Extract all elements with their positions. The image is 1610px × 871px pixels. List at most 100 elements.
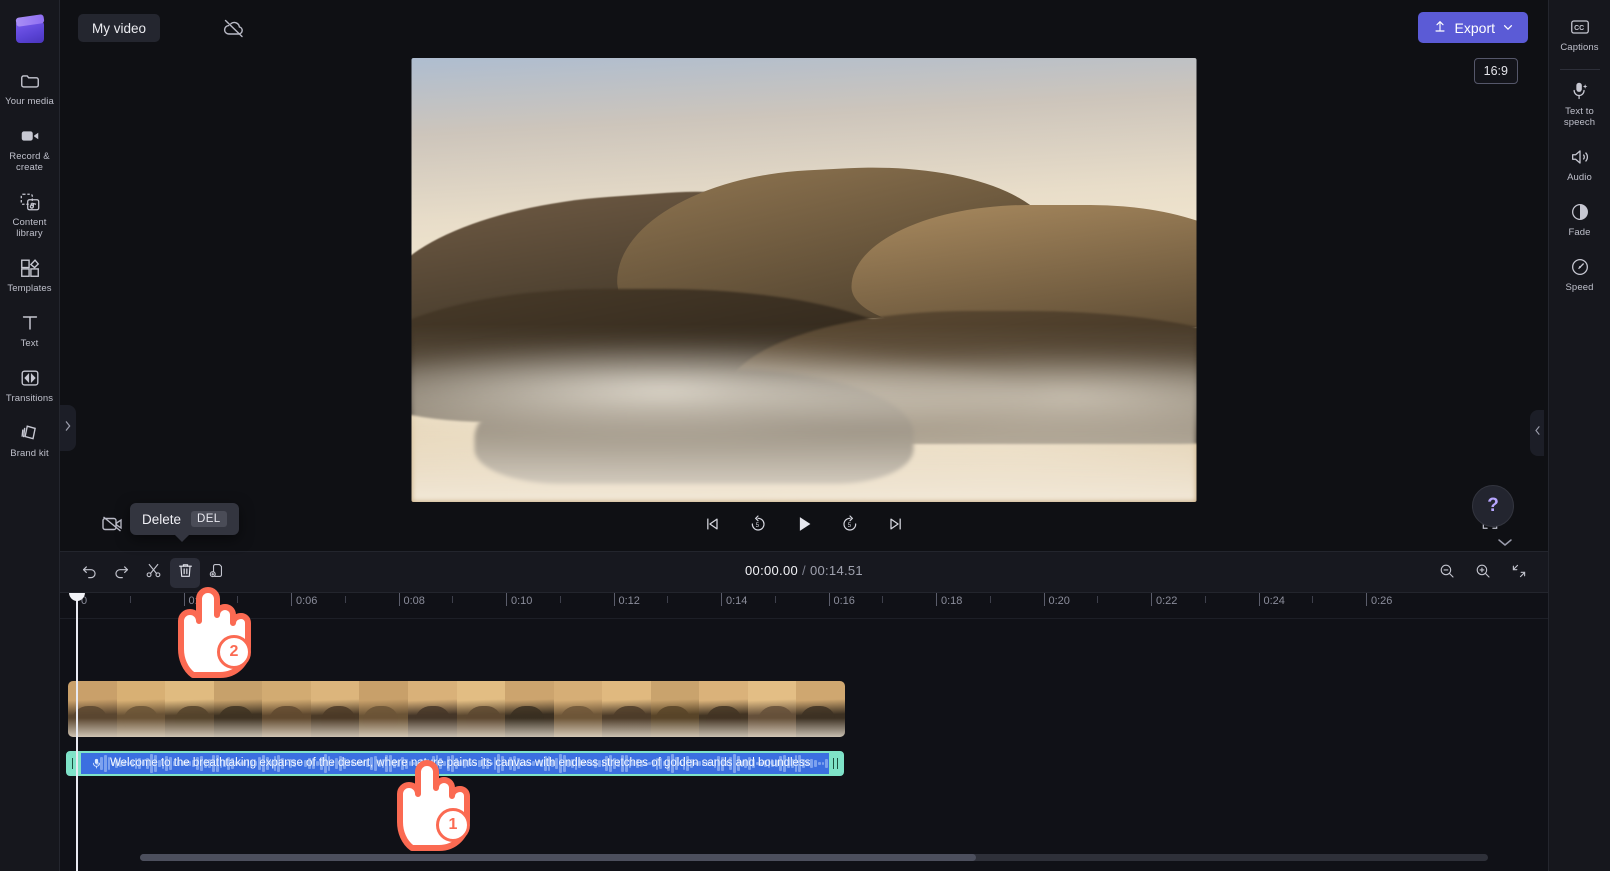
playhead[interactable]	[69, 593, 85, 871]
split-button[interactable]	[138, 558, 168, 588]
waveform-bar	[103, 754, 107, 773]
clip-trim-handle-left[interactable]	[68, 753, 81, 774]
ruler-tick	[506, 593, 507, 606]
zoom-out-button[interactable]	[1432, 558, 1462, 588]
ruler-tick	[721, 593, 722, 606]
right-sidebar: CC Captions Text to speech Audio Fade Sp…	[1548, 0, 1610, 871]
delete-button[interactable]	[170, 558, 200, 588]
help-button[interactable]: ?	[1472, 485, 1514, 527]
sidebar-item-text[interactable]: Text	[2, 304, 58, 355]
forward-5-icon: 5	[840, 514, 860, 539]
play-icon	[793, 513, 815, 540]
caption-clip-text: Welcome to the breathtaking expanse of t…	[110, 757, 811, 769]
ruler-minor-tick	[1097, 596, 1099, 603]
sidebar-item-transitions[interactable]: Transitions	[2, 359, 58, 410]
fit-to-screen-button[interactable]	[1504, 558, 1534, 588]
sidebar-item-brand-kit[interactable]: Brand kit	[2, 414, 58, 465]
play-button[interactable]	[790, 512, 818, 540]
rewind-5-icon: 5	[748, 514, 768, 539]
sidebar-item-label: Record & create	[9, 151, 50, 173]
project-title-input[interactable]: My video	[78, 14, 161, 42]
filmstrip-frame	[699, 681, 748, 737]
duplicate-button[interactable]	[202, 558, 232, 588]
filmstrip-frame	[796, 681, 845, 737]
ruler-label: 0:04	[188, 595, 210, 607]
top-bar: My video Export	[60, 0, 1548, 50]
fade-contrast-icon	[1569, 201, 1591, 223]
ruler-tick	[398, 593, 400, 606]
timeline-ruler[interactable]: 0 0:04 0:06 0:08 0:10 0:12 0:14 0:16 0:18 0:20 0:2…	[60, 593, 1548, 619]
chevron-down-icon	[1502, 20, 1514, 36]
playback-buttons: 5 5	[698, 512, 910, 540]
sidebar-item-record-create[interactable]: Record & create	[2, 117, 58, 179]
time-readout: 00:00.00/00:14.51	[745, 563, 863, 578]
video-preview[interactable]	[411, 58, 1197, 502]
export-button[interactable]: Export	[1417, 12, 1528, 43]
ruler-label: 0:10	[511, 595, 533, 607]
sidebar-item-text-to-speech[interactable]: Text to speech	[1551, 72, 1609, 134]
speaker-icon	[1569, 146, 1591, 168]
sidebar-item-speed[interactable]: Speed	[1551, 248, 1609, 299]
redo-button[interactable]	[106, 558, 136, 588]
svg-text:5: 5	[848, 521, 852, 528]
timeline-video-clip[interactable]	[68, 681, 845, 737]
ruler-label: 0:26	[1371, 595, 1393, 607]
sidebar-item-content-library[interactable]: Content library	[2, 183, 58, 245]
skip-to-start-button[interactable]	[698, 512, 726, 540]
text-to-speech-icon	[90, 757, 103, 770]
filmstrip-thumbnails	[68, 681, 845, 737]
desert-video-frame	[411, 58, 1197, 502]
timeline-scrollbar-thumb[interactable]	[140, 854, 976, 861]
filmstrip-frame	[262, 681, 311, 737]
timeline-caption-clip[interactable]: Welcome to the breathtaking expanse of t…	[66, 751, 844, 776]
ruler-label: 0:16	[833, 595, 855, 607]
ruler-tick	[1366, 593, 1367, 606]
sidebar-item-label: Transitions	[5, 393, 54, 404]
cloud-off-icon[interactable]	[222, 16, 246, 40]
clip-trim-handle-right[interactable]	[829, 753, 842, 774]
panel-collapse-handle[interactable]	[60, 405, 76, 451]
undo-button[interactable]	[74, 558, 104, 588]
skip-to-end-button[interactable]	[882, 512, 910, 540]
question-mark-icon: ?	[1487, 495, 1499, 516]
tooltip-shortcut: DEL	[191, 511, 227, 527]
total-time: 00:14.51	[809, 563, 863, 578]
chevron-right-icon	[63, 419, 73, 438]
sidebar-item-label: Captions	[1560, 42, 1599, 53]
timeline-zoom-group	[1432, 558, 1534, 588]
video-off-icon[interactable]	[100, 512, 128, 540]
zoom-in-button[interactable]	[1468, 558, 1498, 588]
ruler-label: 0:14	[726, 595, 748, 607]
sidebar-item-templates[interactable]: Templates	[2, 249, 58, 300]
ruler-label: 0:08	[403, 595, 425, 607]
timeline-scrollbar[interactable]	[140, 854, 1488, 861]
ruler-tick	[1258, 593, 1260, 606]
filmstrip-frame	[456, 681, 506, 737]
duplicate-icon	[208, 561, 227, 585]
filmstrip-frame	[747, 681, 797, 737]
filmstrip-frame	[553, 681, 603, 737]
ruler-minor-tick	[1204, 596, 1206, 603]
undo-icon	[80, 561, 99, 585]
filmstrip-frame	[359, 681, 408, 737]
sidebar-item-fade[interactable]: Fade	[1551, 193, 1609, 244]
clipchamp-logo[interactable]	[13, 12, 47, 46]
left-sidebar: Your media Record & create Content libra…	[0, 0, 60, 871]
video-camera-icon	[19, 125, 41, 147]
timeline[interactable]: 0 0:04 0:06 0:08 0:10 0:12 0:14 0:16 0:18 0:20 0:2…	[60, 593, 1548, 871]
chevron-left-icon	[1533, 424, 1542, 442]
sidebar-item-label: Text to speech	[1563, 106, 1596, 128]
right-panel-collapse-handle[interactable]	[1530, 410, 1544, 456]
sidebar-item-label: Templates	[7, 283, 52, 294]
sidebar-item-your-media[interactable]: Your media	[2, 62, 58, 113]
sidebar-item-audio[interactable]: Audio	[1551, 138, 1609, 189]
sidebar-item-captions[interactable]: CC Captions	[1551, 8, 1609, 59]
timeline-tool-group	[74, 558, 232, 588]
rewind-5-button[interactable]: 5	[744, 512, 772, 540]
ruler-minor-tick	[129, 596, 131, 603]
forward-5-button[interactable]: 5	[836, 512, 864, 540]
aspect-ratio-button[interactable]: 16:9	[1473, 58, 1518, 84]
ruler-minor-tick	[667, 596, 669, 603]
content-library-icon	[19, 191, 41, 213]
speedometer-icon	[1569, 256, 1591, 278]
